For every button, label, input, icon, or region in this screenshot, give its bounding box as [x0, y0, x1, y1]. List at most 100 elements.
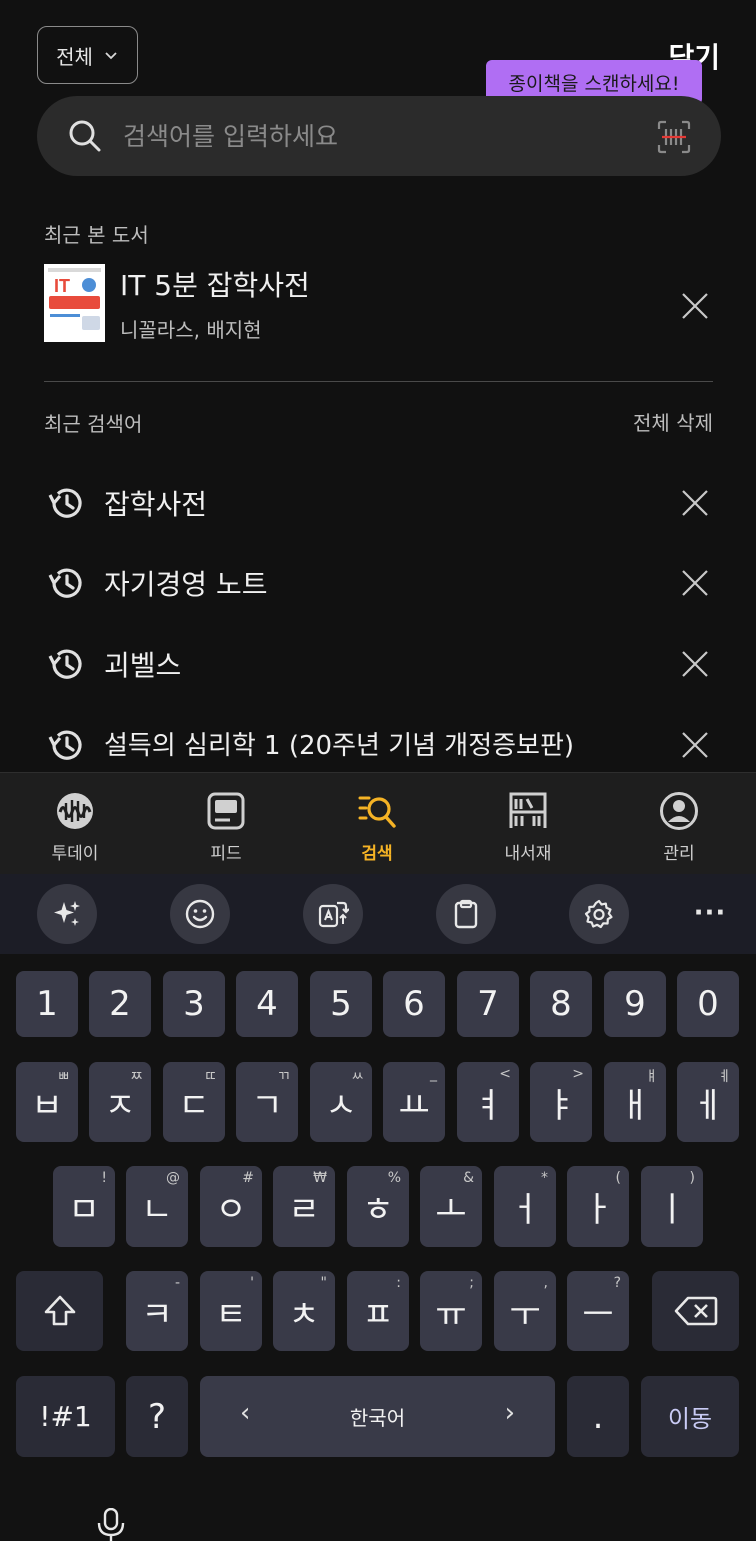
translate-button[interactable]: [303, 884, 363, 944]
nav-item-today[interactable]: 투데이: [0, 773, 150, 875]
period-key[interactable]: .: [567, 1376, 629, 1457]
soft-keyboard: ··· 1 2 3 4 5 6 7 8 9 0 ㅃㅂ ㅉㅈ ㄸㄷ ㄲㄱ ㅆㅅ _…: [0, 874, 756, 1541]
clipboard-icon: [454, 899, 478, 929]
key-letter[interactable]: ! ㅁ: [53, 1166, 115, 1247]
key-letter[interactable]: (ㅏ: [567, 1166, 629, 1247]
recent-search-text: 잡학사전: [104, 488, 208, 521]
key-number[interactable]: 3: [163, 971, 225, 1037]
barcode-scan-icon[interactable]: [657, 120, 691, 154]
space-bar[interactable]: ‹ 한국어 ›: [200, 1376, 555, 1457]
key-number[interactable]: 5: [310, 971, 372, 1037]
key-letter[interactable]: -ㅋ: [126, 1271, 188, 1351]
more-icon[interactable]: ···: [690, 898, 730, 928]
key-number[interactable]: 2: [89, 971, 151, 1037]
clipboard-button[interactable]: [436, 884, 496, 944]
key-letter[interactable]: ' ㅌ: [200, 1271, 262, 1351]
search-input[interactable]: [123, 114, 623, 158]
key-letter[interactable]: ) ㅣ: [641, 1166, 703, 1247]
emoji-button[interactable]: [170, 884, 230, 944]
question-mark-key[interactable]: ?: [126, 1376, 188, 1457]
key-number[interactable]: 1: [16, 971, 78, 1037]
cursor-right-icon: ›: [504, 1398, 515, 1428]
nav-item-manage[interactable]: 관리: [604, 773, 754, 875]
history-icon: [48, 488, 82, 518]
remove-search-close-icon[interactable]: [681, 489, 709, 517]
recent-search-text: 자기경영 노트: [104, 568, 268, 601]
recent-search-item[interactable]: 잡학사전: [44, 477, 714, 527]
key-letter[interactable]: & ㅗ: [420, 1166, 482, 1247]
nav-item-feed[interactable]: 피드: [151, 773, 301, 875]
book-cover-thumbnail[interactable]: IT: [44, 264, 105, 342]
remove-recent-book-close-icon[interactable]: [681, 292, 709, 320]
symbols-key[interactable]: !#1: [16, 1376, 115, 1457]
microphone-icon[interactable]: [96, 1508, 126, 1541]
backspace-icon: [674, 1296, 717, 1326]
settings-icon: [584, 899, 613, 929]
key-letter[interactable]: > ㅑ: [530, 1062, 592, 1142]
key-number[interactable]: 6: [383, 971, 445, 1037]
key-number[interactable]: 9: [604, 971, 666, 1037]
history-icon: [48, 649, 82, 679]
recent-search-text: 설득의 심리학 1 (20주년 기념 개정증보판): [104, 731, 575, 761]
backspace-key[interactable]: [652, 1271, 739, 1351]
key-letter[interactable]: % ㅎ: [347, 1166, 409, 1247]
key-letter[interactable]: * ㅓ: [494, 1166, 556, 1247]
key-letter[interactable]: < ㅕ: [457, 1062, 519, 1142]
nav-item-library[interactable]: 내서재: [453, 773, 603, 875]
ai-sparkle-button[interactable]: [37, 884, 97, 944]
nav-label-library: 내서재: [504, 844, 552, 864]
recent-search-item[interactable]: 자기경영 노트: [44, 557, 714, 607]
recent-search-text: 괴벨스: [104, 649, 182, 682]
key-letter[interactable]: # ㅇ: [200, 1166, 262, 1247]
feed-icon: [207, 792, 245, 830]
search-list-icon: [358, 796, 396, 828]
recent-search-item[interactable]: 설득의 심리학 1 (20주년 기념 개정증보판): [44, 719, 714, 769]
profile-icon: [660, 792, 698, 830]
key-letter[interactable]: ? ㅡ: [567, 1271, 629, 1351]
key-number[interactable]: 0: [677, 971, 739, 1037]
recent-book-author: 니꼴라스, 배지현: [120, 318, 262, 342]
key-letter[interactable]: :ㅍ: [347, 1271, 409, 1351]
key-letter[interactable]: ㄸㄷ: [163, 1062, 225, 1142]
key-letter[interactable]: ㅖㅔ: [677, 1062, 739, 1142]
search-screen: 전체 닫기 종이책을 스캔하세요! 최근 본 도서 IT IT 5분 잡학사전 …: [0, 0, 756, 772]
nav-item-search[interactable]: 검색: [302, 773, 452, 875]
key-letter[interactable]: ㅉㅈ: [89, 1062, 151, 1142]
go-enter-key[interactable]: 이동: [641, 1376, 739, 1457]
remove-search-close-icon[interactable]: [681, 650, 709, 678]
key-letter[interactable]: ,ㅜ: [494, 1271, 556, 1351]
clear-all-button[interactable]: 전체 삭제: [633, 407, 713, 436]
sparkle-icon: [54, 901, 80, 926]
key-letter[interactable]: ㅒㅐ: [604, 1062, 666, 1142]
key-letter[interactable]: ₩ ㄹ: [273, 1166, 335, 1247]
remove-search-close-icon[interactable]: [681, 569, 709, 597]
key-letter[interactable]: " ㅊ: [273, 1271, 335, 1351]
search-bar[interactable]: [37, 96, 721, 176]
key-number[interactable]: 4: [236, 971, 298, 1037]
history-icon: [48, 568, 82, 598]
key-letter[interactable]: _ ㅛ: [383, 1062, 445, 1142]
key-letter[interactable]: ㅃㅂ: [16, 1062, 78, 1142]
key-number[interactable]: 8: [530, 971, 592, 1037]
recent-searches-title: 최근 검색어: [44, 412, 143, 436]
library-icon: [509, 792, 547, 828]
bottom-navigation: 투데이 피드 검색 내서재 관리: [0, 772, 756, 874]
today-wave-icon: [57, 793, 93, 829]
remove-search-close-icon[interactable]: [681, 731, 709, 759]
key-letter[interactable]: ㅆㅅ: [310, 1062, 372, 1142]
nav-label-search: 검색: [361, 844, 393, 864]
shift-arrow-icon: [44, 1295, 75, 1326]
key-letter[interactable]: ; ㅠ: [420, 1271, 482, 1351]
history-icon: [48, 730, 82, 760]
nav-label-manage: 관리: [663, 844, 695, 864]
recent-book-title[interactable]: IT 5분 잡학사전: [120, 264, 310, 304]
key-number[interactable]: 7: [457, 971, 519, 1037]
recent-search-item[interactable]: 괴벨스: [44, 638, 714, 688]
key-letter[interactable]: ㄲㄱ: [236, 1062, 298, 1142]
key-letter[interactable]: @ ㄴ: [126, 1166, 188, 1247]
space-language-label: 한국어: [349, 1406, 406, 1430]
shift-key[interactable]: [16, 1271, 103, 1351]
keyboard-toolbar: ···: [0, 874, 756, 954]
category-filter-dropdown[interactable]: 전체: [37, 26, 138, 84]
keyboard-settings-button[interactable]: [569, 884, 629, 944]
